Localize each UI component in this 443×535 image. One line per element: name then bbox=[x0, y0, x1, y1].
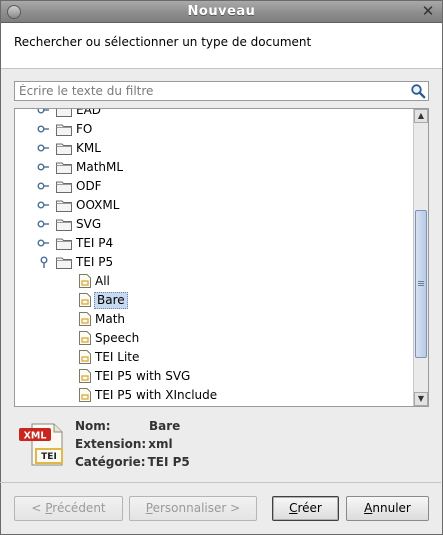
dialog-header: Rechercher ou sélectionner un type de do… bbox=[1, 23, 442, 69]
tree-item-label[interactable]: FO bbox=[75, 122, 93, 137]
customize-button-label: ersonnaliser > bbox=[152, 501, 241, 515]
previous-button[interactable]: < Précédent bbox=[14, 496, 123, 521]
filter-input[interactable] bbox=[15, 82, 409, 100]
tree-item-label[interactable]: TEI P5 with XInclude bbox=[94, 388, 218, 403]
tree-folder-row[interactable]: EAD bbox=[15, 108, 413, 120]
extension-row: Extension: xml bbox=[75, 437, 173, 451]
collapsed-handle-icon[interactable] bbox=[37, 122, 51, 136]
document-type-tree[interactable]: EAD FO KML MathML ODF OOXML SVG TEI P4 TEI P5 All… bbox=[14, 108, 429, 407]
filter-field[interactable] bbox=[14, 81, 429, 101]
folder-icon bbox=[56, 238, 72, 250]
header-text: Rechercher ou sélectionner un type de do… bbox=[14, 35, 312, 49]
customize-button-mnemonic: P bbox=[145, 501, 153, 515]
svg-text:XML: XML bbox=[24, 431, 47, 442]
vertical-scrollbar[interactable]: ▲ ▼ bbox=[413, 109, 428, 406]
search-icon[interactable] bbox=[410, 83, 426, 99]
collapsed-handle-icon[interactable] bbox=[37, 141, 51, 155]
previous-button-prefix: < bbox=[31, 501, 46, 515]
folder-icon bbox=[56, 143, 72, 155]
folder-icon bbox=[56, 109, 72, 117]
collapsed-handle-icon[interactable] bbox=[37, 108, 51, 117]
name-label: Nom: bbox=[75, 419, 111, 433]
tree-folder-row[interactable]: MathML bbox=[15, 158, 413, 177]
tree-doc-row[interactable]: All bbox=[15, 272, 413, 291]
previous-button-label: récédent bbox=[52, 501, 106, 515]
category-value: TEI P5 bbox=[147, 455, 190, 469]
customize-button[interactable]: Personnaliser > bbox=[129, 496, 257, 521]
xml-document-icon bbox=[79, 293, 91, 307]
cancel-button[interactable]: Annuler bbox=[346, 496, 429, 521]
tree-doc-row[interactable]: Math bbox=[15, 310, 413, 329]
expanded-handle-icon[interactable] bbox=[37, 255, 51, 269]
xml-document-icon bbox=[79, 388, 91, 402]
tree-doc-row[interactable]: Speech bbox=[15, 329, 413, 348]
tree-item-label[interactable]: TEI Lite bbox=[94, 350, 140, 365]
tree-folder-row[interactable]: ODF bbox=[15, 177, 413, 196]
tree-item-label[interactable]: OOXML bbox=[75, 198, 120, 213]
separator bbox=[0, 482, 441, 483]
document-details: XML TEI Nom: Bare Extension: xml Catégorie… bbox=[14, 417, 429, 477]
tree-item-label-selected[interactable]: Bare bbox=[94, 292, 128, 309]
tree-item-label[interactable]: Speech bbox=[94, 331, 140, 346]
xml-tei-document-icon: XML TEI bbox=[19, 423, 63, 466]
tree-rows: EAD FO KML MathML ODF OOXML SVG TEI P4 TEI P5 All… bbox=[15, 108, 413, 405]
tree-item-label[interactable]: TEI P4 bbox=[75, 236, 114, 251]
folder-icon bbox=[56, 219, 72, 231]
tree-folder-row[interactable]: SVG bbox=[15, 215, 413, 234]
folder-icon bbox=[56, 124, 72, 136]
tree-folder-row[interactable]: OOXML bbox=[15, 196, 413, 215]
tree-folder-row[interactable]: TEI P5 bbox=[15, 253, 413, 272]
xml-document-icon bbox=[79, 350, 91, 364]
folder-icon bbox=[56, 162, 72, 174]
tree-doc-row[interactable]: TEI Lite bbox=[15, 348, 413, 367]
tree-folder-row[interactable]: KML bbox=[15, 139, 413, 158]
tree-item-label[interactable]: MathML bbox=[75, 160, 124, 175]
scrollbar-grip bbox=[418, 280, 424, 287]
collapsed-handle-icon[interactable] bbox=[37, 217, 51, 231]
folder-icon bbox=[56, 257, 72, 269]
category-label: Catégorie: bbox=[75, 455, 146, 469]
svg-text:TEI: TEI bbox=[41, 452, 57, 462]
scroll-down-button[interactable]: ▼ bbox=[414, 392, 428, 406]
extension-label: Extension: bbox=[75, 437, 147, 451]
tree-item-label[interactable]: TEI P5 with SVG bbox=[94, 369, 191, 384]
xml-document-icon bbox=[79, 274, 91, 288]
title-bar[interactable]: Nouveau ✕ bbox=[1, 1, 442, 23]
create-button-mnemonic: C bbox=[289, 501, 298, 515]
tree-item-label[interactable]: All bbox=[94, 274, 111, 289]
close-icon[interactable]: ✕ bbox=[420, 4, 436, 20]
collapsed-handle-icon[interactable] bbox=[37, 236, 51, 250]
window-title: Nouveau bbox=[187, 4, 256, 19]
tree-item-label[interactable]: Math bbox=[94, 312, 126, 327]
tree-item-label[interactable]: KML bbox=[75, 141, 102, 156]
cancel-button-label: nnuler bbox=[372, 501, 411, 515]
collapsed-handle-icon[interactable] bbox=[37, 160, 51, 174]
name-row: Nom: Bare bbox=[75, 419, 180, 433]
tree-folder-row[interactable]: FO bbox=[15, 120, 413, 139]
xml-document-icon bbox=[79, 369, 91, 383]
collapsed-handle-icon[interactable] bbox=[37, 198, 51, 212]
tree-doc-row[interactable]: TEI P5 with XInclude bbox=[15, 386, 413, 405]
create-button-label: réer bbox=[297, 501, 322, 515]
collapsed-handle-icon[interactable] bbox=[37, 179, 51, 193]
folder-icon bbox=[56, 200, 72, 212]
scrollbar-thumb[interactable] bbox=[415, 209, 427, 358]
tree-item-label[interactable]: EAD bbox=[75, 109, 102, 118]
tree-item-label[interactable]: ODF bbox=[75, 179, 103, 194]
xml-document-icon bbox=[79, 331, 91, 345]
create-button[interactable]: Créer bbox=[272, 496, 339, 521]
tree-folder-row[interactable]: TEI P4 bbox=[15, 234, 413, 253]
folder-icon bbox=[56, 181, 72, 193]
category-row: Catégorie: TEI P5 bbox=[75, 455, 190, 469]
tree-item-label[interactable]: SVG bbox=[75, 217, 102, 232]
extension-value: xml bbox=[148, 437, 173, 451]
name-value: Bare bbox=[149, 419, 181, 433]
scroll-up-button[interactable]: ▲ bbox=[414, 109, 428, 123]
xml-document-icon bbox=[79, 312, 91, 326]
tree-doc-row[interactable]: TEI P5 with SVG bbox=[15, 367, 413, 386]
tree-doc-row[interactable]: Bare bbox=[15, 291, 413, 310]
tree-item-label[interactable]: TEI P5 bbox=[75, 255, 114, 270]
